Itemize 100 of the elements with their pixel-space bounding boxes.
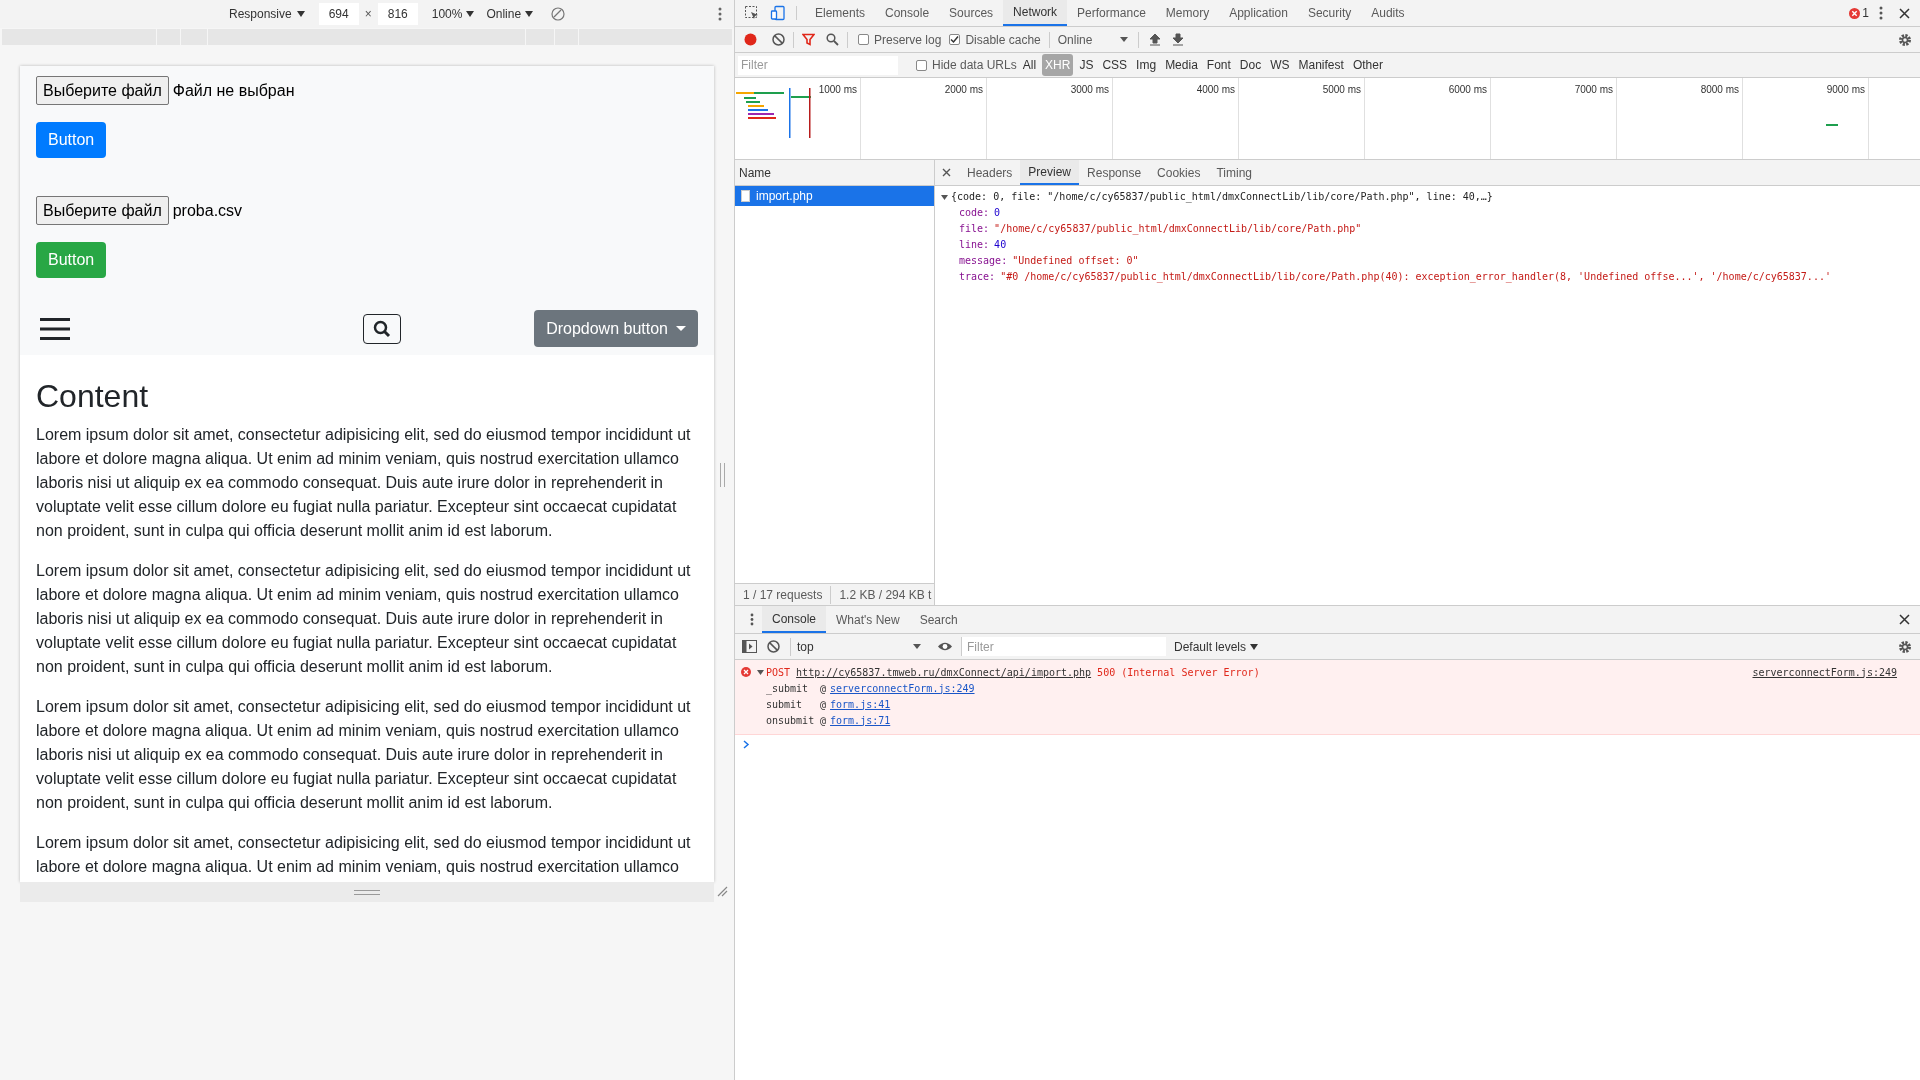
levels-select[interactable]: Default levels (1174, 637, 1247, 656)
json-key: message: (959, 255, 1008, 266)
panel-tab[interactable]: Console (875, 0, 940, 26)
drawer-tab[interactable]: What's New (826, 606, 910, 633)
type-filter[interactable]: Other (1349, 54, 1386, 76)
search-icon[interactable] (826, 33, 839, 46)
rotate-icon[interactable] (551, 7, 566, 21)
dropdown-arrow-icon (1119, 37, 1128, 42)
json-key: code: (959, 207, 990, 218)
panel-tab[interactable]: Sources (939, 0, 1004, 26)
dropdown-arrow-icon[interactable] (1250, 643, 1259, 650)
panel-tab[interactable]: Memory (1155, 0, 1220, 26)
detail-tab[interactable]: Preview (1020, 160, 1080, 185)
type-filter[interactable]: Media (1162, 54, 1201, 76)
more-icon[interactable] (718, 7, 723, 21)
filter-field[interactable]: Filter (738, 55, 898, 75)
device-select[interactable]: Responsive (229, 5, 292, 23)
type-filter[interactable]: Doc (1236, 54, 1265, 76)
panel-tab[interactable]: Audits (1361, 0, 1415, 26)
more-icon[interactable] (1879, 6, 1883, 20)
dropdown-arrow-icon[interactable] (525, 11, 534, 17)
download-icon[interactable] (1171, 33, 1184, 46)
resize-handle[interactable] (354, 889, 380, 895)
resize-handle[interactable] (720, 463, 725, 487)
prompt-icon[interactable] (743, 740, 750, 749)
type-filter[interactable]: Img (1133, 54, 1160, 76)
choose-file-button[interactable]: Выберите файл (36, 76, 169, 105)
type-filter[interactable]: Font (1203, 54, 1234, 76)
panel-tab[interactable]: Network (1003, 0, 1068, 26)
filter-icon[interactable] (802, 33, 815, 46)
resize-corner-icon[interactable] (716, 885, 728, 897)
sidebar-toggle-icon[interactable] (742, 640, 757, 653)
source-link[interactable]: serverconnectForm.js:249 (1752, 664, 1897, 680)
stack-link[interactable]: serverconnectForm.js:249 (830, 680, 975, 696)
panel-tab[interactable]: Security (1297, 0, 1362, 26)
record-icon[interactable] (744, 33, 757, 46)
settings-icon[interactable] (1898, 32, 1912, 47)
url-link[interactable]: http://cy65837.tmweb.ru/dmxConnect/api/import.php (796, 664, 1092, 680)
detail-tab[interactable]: Headers (959, 160, 1021, 185)
zoom-select[interactable]: 100% (431, 5, 463, 23)
panel-tab[interactable]: Performance (1067, 0, 1156, 26)
dropdown-button[interactable]: Dropdown button (534, 310, 698, 347)
dropdown-arrow-icon[interactable] (466, 11, 475, 17)
request-row[interactable]: import.php (735, 186, 934, 206)
page-heading: Content (36, 377, 150, 415)
upload-icon[interactable] (1148, 33, 1161, 46)
device-toolbar-icon[interactable] (770, 5, 786, 21)
panel-tab[interactable]: Elements (805, 0, 876, 26)
type-filter[interactable]: CSS (1099, 54, 1131, 76)
paragraph: Lorem ipsum dolor sit amet, consectetur adipisicing elit, sed do eiusmod tempor incididunt ut labore et dolore magna aliqua. Ut enim ad minim veniam, quis nostrud exercitation ullamco laboris nisi ut aliquip ex ea commodo consequat. Duis aute irure dolor in reprehenderit in voluptate velit esse cillum dolore eu fugiat nulla pariatur. Excepteur sint occaecat cupidatat non proident, sunt in culpa qui officia deserunt mollit anim id est laborum. (36, 425, 692, 541)
expand-triangle-icon[interactable] (941, 193, 948, 201)
height-field[interactable]: 816 (377, 3, 418, 25)
time-tick: 9000 ms (1826, 83, 1865, 94)
json-value: "/home/c/cy65837/public_html/dmxConnectLib/lib/core/Path.php" (994, 223, 1362, 234)
drawer-tab[interactable]: Search (909, 606, 968, 633)
checkbox-label[interactable]: Hide data URLs (916, 56, 1017, 74)
detail-tab[interactable]: Timing (1208, 160, 1260, 185)
search-button[interactable] (363, 313, 402, 344)
checkbox-label[interactable]: Disable cache (949, 30, 1041, 49)
panel-tab[interactable]: Application (1219, 0, 1298, 26)
detail-tab[interactable]: Response (1079, 160, 1150, 185)
close-icon[interactable] (942, 168, 951, 177)
close-icon[interactable] (1899, 7, 1910, 19)
filter-field[interactable]: Filter (961, 637, 1166, 656)
clear-icon[interactable] (772, 33, 785, 46)
context-select[interactable]: top (790, 637, 925, 656)
time-tick: 6000 ms (1448, 83, 1487, 94)
submit-button[interactable]: Button (36, 122, 107, 158)
checkbox[interactable] (858, 34, 869, 45)
detail-tab[interactable]: Cookies (1149, 160, 1209, 185)
error-icon[interactable] (1849, 7, 1861, 19)
checkbox[interactable] (949, 34, 961, 45)
type-filter[interactable]: JS (1076, 54, 1097, 76)
checkbox[interactable] (916, 59, 927, 71)
stack-link[interactable]: form.js:71 (830, 712, 891, 728)
close-icon[interactable] (1899, 614, 1910, 625)
menu-icon[interactable] (40, 316, 70, 341)
json-key: file: (959, 223, 990, 234)
type-filter[interactable]: Manifest (1295, 54, 1347, 76)
choose-file-button[interactable]: Выберите файл (36, 196, 169, 225)
json-value: "#0 /home/c/cy65837/public_html/dmxConnectLib/lib/core/Path.php(40): exception_error_handler(8, 'Undefined offse...', '/home/c/cy65837...' (1000, 271, 1831, 282)
type-filter[interactable]: WS (1267, 54, 1293, 76)
stack-link[interactable]: form.js:41 (830, 696, 891, 712)
error-count[interactable]: 1 (1862, 4, 1869, 22)
width-field[interactable]: 694 (318, 3, 359, 25)
more-icon[interactable] (750, 613, 754, 626)
drawer-tab[interactable]: Console (762, 606, 827, 633)
clear-icon[interactable] (767, 640, 780, 653)
type-filter[interactable]: All (1019, 54, 1040, 76)
request-method: POST (766, 665, 791, 680)
time-tick: 5000 ms (1322, 83, 1361, 94)
column-header[interactable]: Name (735, 160, 934, 186)
throttling-select[interactable]: Online (1057, 30, 1128, 49)
checkbox-label[interactable]: Preserve log (858, 30, 942, 49)
inspect-icon[interactable] (744, 5, 760, 21)
throttling-select[interactable]: Online (486, 5, 522, 23)
expand-triangle-icon[interactable] (757, 668, 764, 676)
eye-icon[interactable] (937, 641, 953, 652)
dropdown-arrow-icon[interactable] (296, 11, 305, 17)
settings-icon[interactable] (1898, 639, 1912, 654)
